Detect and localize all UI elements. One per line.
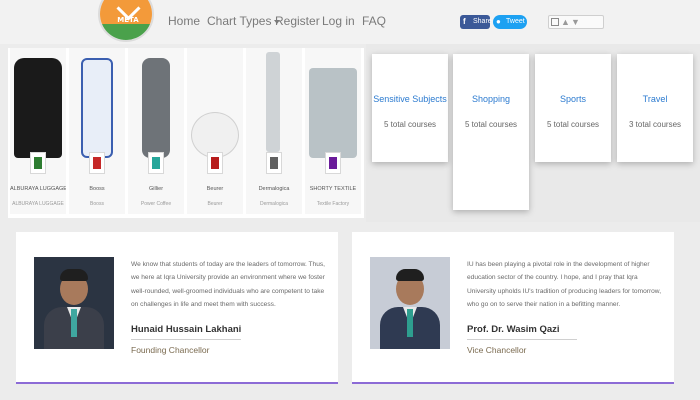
product-brand: Textile Factory (316, 201, 350, 207)
nav-chart-types-label: Chart Types (207, 14, 272, 28)
category-card-sensitive-subjects[interactable]: Sensitive Subjects 5 total courses (372, 54, 448, 162)
tweet-label: Tweet (506, 18, 525, 25)
product-brand: Power Coffee (140, 201, 172, 207)
product-name: Dermalogica (258, 186, 290, 192)
vote-icon (551, 18, 559, 26)
quote-text: IU has been playing a pivotal role in th… (467, 261, 662, 309)
upvote-icon[interactable]: ▲ (561, 17, 570, 27)
product-name: Gillier (148, 186, 164, 192)
product-name: Booss (89, 186, 105, 192)
product-strip: ALBURAYA LUGGAGE ALBURAYA LUGGAGE Booss … (8, 48, 364, 218)
divider (131, 339, 241, 340)
share-label: Share (473, 18, 492, 25)
facebook-share-button[interactable]: f Share (460, 15, 492, 29)
category-card-travel[interactable]: Travel 3 total courses (617, 54, 693, 162)
tweet-button[interactable]: ● Tweet (493, 15, 527, 29)
product-brand: Booss (90, 201, 104, 207)
site-logo[interactable]: META (98, 0, 154, 42)
person-role: Founding Chancellor (131, 345, 210, 355)
brand-logo-icon (266, 152, 282, 174)
category-count: 5 total courses (546, 120, 600, 129)
category-count: 5 total courses (383, 120, 437, 129)
product-image (142, 58, 170, 158)
brand-logo-icon (207, 152, 223, 174)
person-name: Hunaid Hussain Lakhani (131, 324, 242, 335)
quote-card: We know that students of today are the l… (16, 232, 338, 384)
category-title: Shopping (471, 94, 511, 104)
product-name: Beurer (206, 186, 224, 192)
nav-login[interactable]: Log in (322, 14, 355, 28)
vote-widget[interactable]: ▲ ▼ (548, 15, 604, 29)
nav-register[interactable]: Register (275, 14, 320, 28)
nav-faq[interactable]: FAQ (362, 14, 386, 28)
product-image (14, 58, 62, 158)
downvote-icon[interactable]: ▼ (571, 17, 580, 27)
product-image (81, 58, 113, 158)
category-title: Sports (559, 94, 586, 104)
product-brand: ALBURAYA LUGGAGE (12, 201, 64, 207)
product-image (309, 68, 357, 158)
product-name: ALBURAYA LUGGAGE (10, 186, 66, 192)
brand-logo-icon (30, 152, 46, 174)
facebook-icon: f (463, 17, 466, 26)
quote-card: IU has been playing a pivotal role in th… (352, 232, 674, 384)
category-count: 5 total courses (464, 120, 518, 129)
twitter-icon: ● (496, 17, 501, 26)
category-title: Travel (642, 94, 668, 104)
person-name: Prof. Dr. Wasim Qazi (467, 324, 560, 335)
product-card[interactable]: Beurer Beurer (187, 48, 243, 214)
divider (467, 339, 577, 340)
product-card[interactable]: ALBURAYA LUGGAGE ALBURAYA LUGGAGE (10, 48, 66, 214)
product-brand: Dermalogica (259, 201, 289, 207)
logo-text: META (117, 16, 139, 24)
product-image (266, 52, 280, 152)
product-brand: Beurer (207, 201, 223, 207)
product-name: SHORTY TEXTILE (309, 186, 357, 192)
top-navbar: META Home Chart Types Register Log in FA… (0, 0, 700, 44)
person-role: Vice Chancellor (467, 345, 527, 355)
product-card[interactable]: SHORTY TEXTILE Textile Factory (305, 48, 361, 214)
brand-logo-icon (148, 152, 164, 174)
nav-home[interactable]: Home (168, 14, 200, 28)
category-card-sports[interactable]: Sports 5 total courses (535, 54, 611, 162)
brand-logo-icon (89, 152, 105, 174)
product-card[interactable]: Gillier Power Coffee (128, 48, 184, 214)
product-card[interactable]: Booss Booss (69, 48, 125, 214)
category-title: Sensitive Subjects (373, 94, 447, 104)
chancellor-photo (34, 257, 114, 349)
brand-logo-icon (325, 152, 341, 174)
nav-chart-types[interactable]: Chart Types (207, 14, 281, 28)
quote-text: We know that students of today are the l… (131, 261, 326, 309)
vice-chancellor-photo (370, 257, 450, 349)
category-card-shopping[interactable]: Shopping 5 total courses (453, 54, 529, 210)
product-card[interactable]: Dermalogica Dermalogica (246, 48, 302, 214)
category-count: 3 total courses (628, 120, 682, 129)
